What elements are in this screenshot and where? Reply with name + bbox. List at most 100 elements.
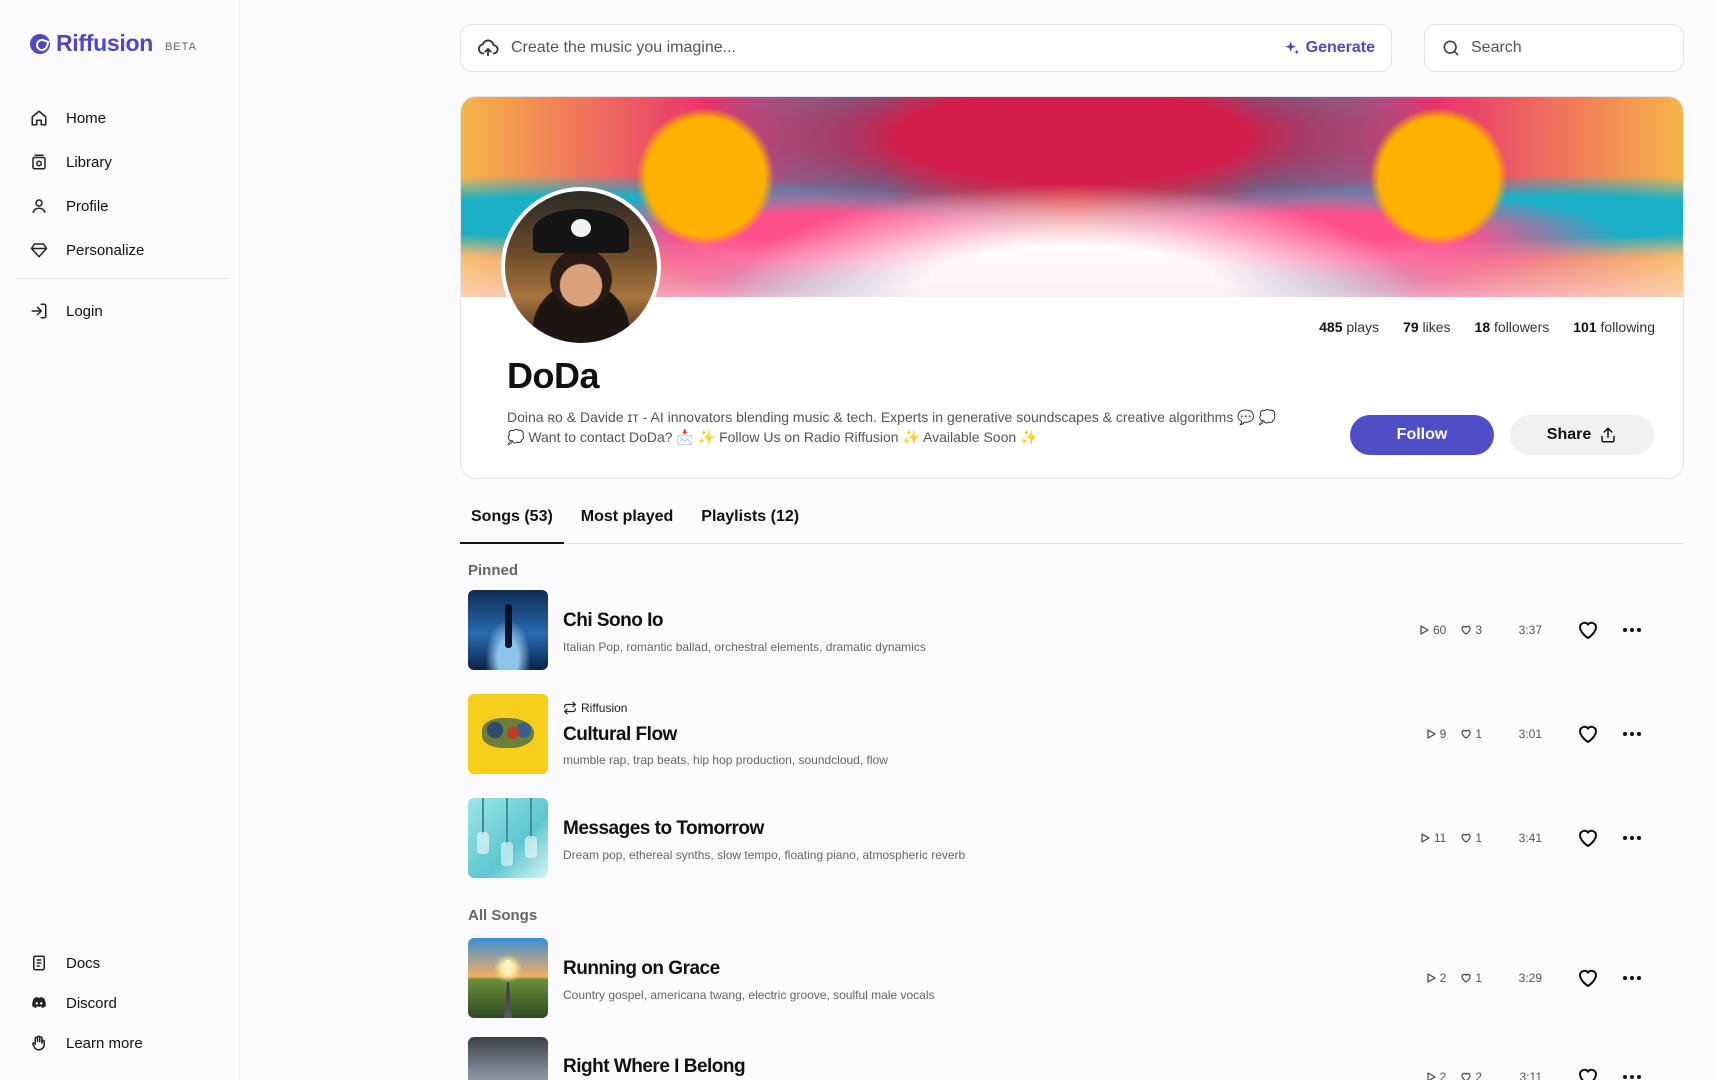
cover-string — [530, 798, 532, 838]
like-count: 2 — [1460, 1070, 1482, 1080]
duration: 3:37 — [1518, 623, 1542, 637]
song-row[interactable]: Running on Grace Country gospel, america… — [468, 938, 1668, 1018]
generate-label: Generate — [1305, 39, 1375, 56]
sidebar-item-label: Docs — [66, 954, 101, 972]
search-placeholder: Search — [1471, 39, 1522, 56]
play-count: 2 — [1425, 971, 1446, 985]
more-options-icon[interactable] — [1620, 966, 1644, 990]
song-meta: 11 1 3:41 — [1419, 826, 1668, 850]
cover-map — [482, 718, 534, 748]
hand-wave-icon — [32, 1035, 45, 1051]
heart-icon[interactable] — [1576, 618, 1600, 642]
song-cover[interactable] — [468, 590, 548, 670]
more-options-icon[interactable] — [1620, 722, 1644, 746]
sidebar-item-label: Library — [66, 153, 112, 171]
heart-icon[interactable] — [1576, 1065, 1600, 1080]
cloud-upload-icon — [477, 39, 499, 57]
more-options-icon[interactable] — [1620, 826, 1644, 850]
user-icon — [32, 199, 46, 213]
profile-tabs: Songs (53) Most played Playlists (12) — [460, 508, 1684, 544]
song-meta: 60 3 3:37 — [1418, 618, 1668, 642]
play-icon — [1421, 833, 1430, 843]
profile-name: DoDa — [507, 355, 600, 396]
repost-label[interactable]: Riffusion — [563, 701, 627, 715]
song-tags: Dream pop, ethereal synths, slow tempo, … — [563, 848, 966, 862]
duration: 3:29 — [1518, 971, 1542, 985]
sparkle-icon — [1284, 41, 1299, 55]
song-cover[interactable] — [468, 1037, 548, 1080]
song-title[interactable]: Right Where I Belong — [563, 1056, 746, 1078]
song-title[interactable]: Cultural Flow — [563, 724, 677, 746]
share-button[interactable]: Share — [1510, 415, 1654, 455]
share-label: Share — [1546, 426, 1592, 443]
sidebar-item-library[interactable]: Library — [18, 140, 230, 184]
duration: 3:11 — [1519, 1070, 1542, 1080]
sidebar-item-home[interactable]: Home — [18, 96, 230, 140]
more-options-icon[interactable] — [1620, 618, 1644, 642]
stat-following[interactable]: 101 following — [1573, 319, 1655, 335]
play-icon — [1427, 1072, 1436, 1080]
avatar[interactable] — [501, 187, 661, 347]
more-options-icon[interactable] — [1620, 1065, 1644, 1080]
section-pinned: Pinned — [468, 562, 519, 579]
avatar-skull — [571, 219, 591, 237]
tab-playlists[interactable]: Playlists (12) — [690, 508, 810, 544]
search-icon — [1443, 40, 1459, 56]
song-cover[interactable] — [468, 798, 548, 878]
discord-icon — [32, 997, 46, 1009]
song-meta: 2 2 3:11 — [1425, 1065, 1668, 1080]
login-icon — [31, 303, 47, 319]
brand-name: Riffusion — [56, 30, 153, 56]
sidebar-item-learn-more[interactable]: Learn more — [18, 1023, 230, 1063]
like-count: 3 — [1460, 623, 1482, 637]
sidebar-item-label: Personalize — [66, 241, 145, 259]
song-title[interactable]: Messages to Tomorrow — [563, 818, 764, 840]
song-meta: 2 1 3:29 — [1425, 966, 1668, 990]
cover-bottle — [477, 832, 489, 854]
document-icon — [33, 955, 45, 971]
create-music-input[interactable]: Create the music you imagine... Generate — [460, 24, 1392, 72]
play-count: 11 — [1419, 831, 1446, 845]
heart-icon[interactable] — [1576, 722, 1600, 746]
sidebar-item-login[interactable]: Login — [18, 289, 230, 333]
stat-followers[interactable]: 18 followers — [1475, 319, 1550, 335]
sidebar-item-profile[interactable]: Profile — [18, 184, 230, 228]
song-meta: 9 1 3:01 — [1425, 722, 1668, 746]
library-icon — [32, 154, 46, 170]
sidebar-item-label: Discord — [66, 994, 117, 1012]
song-row[interactable]: Chi Sono Io Italian Pop, romantic ballad… — [468, 590, 1668, 670]
sidebar-item-discord[interactable]: Discord — [18, 983, 230, 1023]
song-row[interactable]: Riffusion Cultural Flow mumble rap, trap… — [468, 694, 1668, 774]
heart-small-icon — [1461, 973, 1471, 983]
bio-line-2: 💭 Want to contact DoDa? 📩 ✨ Follow Us on… — [507, 429, 1038, 445]
song-tags: mumble rap, trap beats, hip hop producti… — [563, 753, 888, 767]
song-row[interactable]: Right Where I Belong 2 2 3:11 — [468, 1037, 1668, 1080]
song-tags: Country gospel, americana twang, electri… — [563, 988, 935, 1002]
play-icon — [1420, 625, 1429, 635]
brand-logo[interactable]: Riffusion BETA — [30, 30, 197, 57]
repost-icon — [564, 701, 576, 715]
song-cover[interactable] — [468, 938, 548, 1018]
generate-button[interactable]: Generate — [1284, 39, 1375, 57]
heart-icon[interactable] — [1576, 826, 1600, 850]
tab-songs[interactable]: Songs (53) — [460, 508, 564, 544]
play-icon — [1427, 729, 1436, 739]
song-title[interactable]: Chi Sono Io — [563, 610, 664, 632]
song-cover[interactable] — [468, 694, 548, 774]
cover-string — [482, 798, 484, 834]
sidebar-item-personalize[interactable]: Personalize — [18, 228, 230, 272]
cover-cross — [502, 964, 514, 967]
tab-most-played[interactable]: Most played — [570, 508, 684, 544]
cover-cross — [506, 960, 510, 976]
search-input[interactable]: Search — [1424, 24, 1684, 72]
sidebar-item-label: Profile — [66, 197, 109, 215]
follow-button[interactable]: Follow — [1350, 415, 1494, 455]
sidebar: Riffusion BETA Home Library Profile Pers… — [0, 0, 240, 1080]
song-row[interactable]: Messages to Tomorrow Dream pop, ethereal… — [468, 798, 1668, 878]
bio-line-1: Doina ʀᴏ & Davide ɪᴛ - AI innovators ble… — [507, 409, 1276, 425]
stat-plays: 485 plays — [1319, 319, 1380, 335]
song-title[interactable]: Running on Grace — [563, 958, 720, 980]
heart-icon[interactable] — [1576, 966, 1600, 990]
sidebar-item-docs[interactable]: Docs — [18, 943, 230, 983]
sidebar-divider — [16, 278, 230, 279]
